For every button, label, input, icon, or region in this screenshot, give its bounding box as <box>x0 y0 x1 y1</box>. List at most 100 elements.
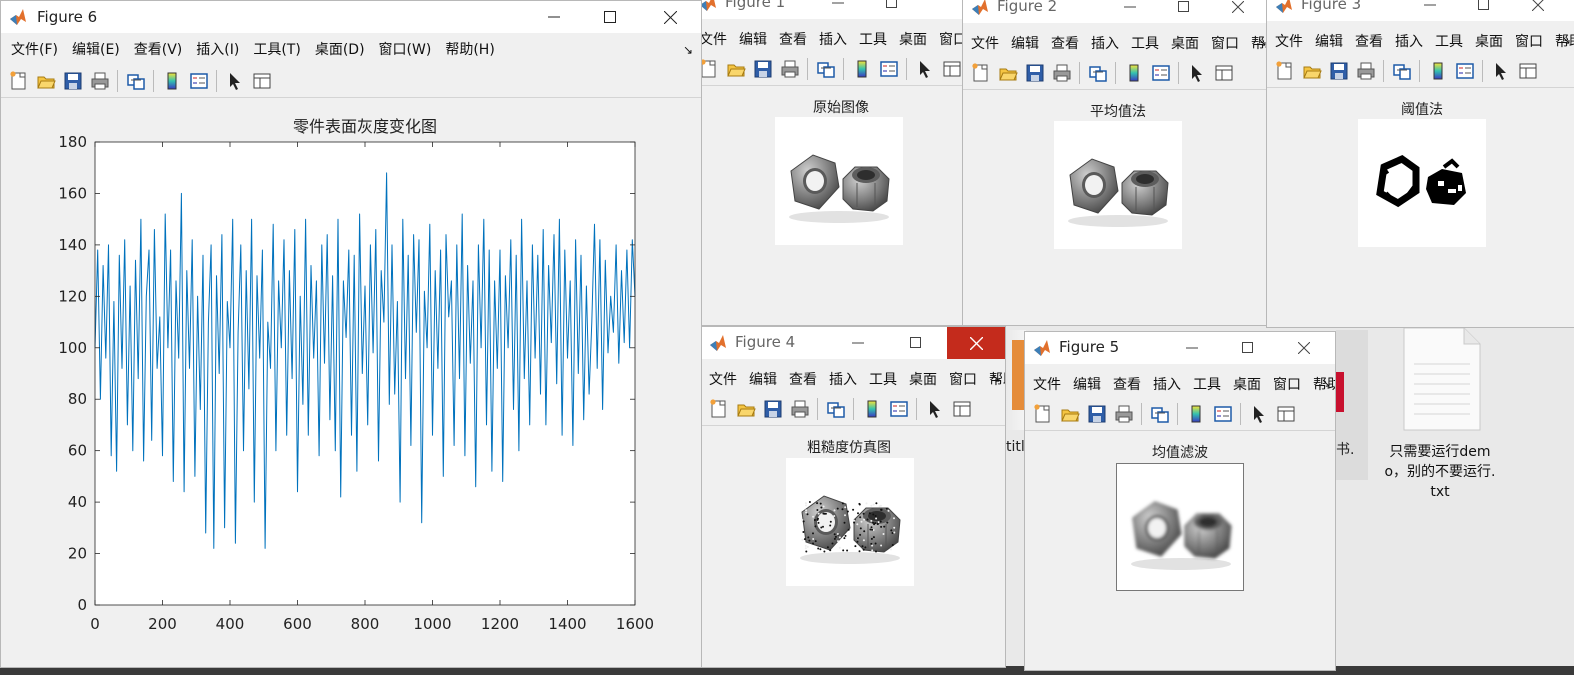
menu-tools[interactable]: 工具 <box>1187 370 1227 394</box>
menu-tools[interactable]: 工具 <box>853 25 893 49</box>
menu-help[interactable]: 帮助(H) <box>439 35 500 59</box>
print-icon[interactable] <box>780 59 800 79</box>
title-bar[interactable]: Figure 6 <box>1 1 701 33</box>
new-figure-icon[interactable] <box>1275 61 1295 81</box>
minimize-button[interactable] <box>815 0 861 19</box>
menu-edit[interactable]: 编辑 <box>1309 27 1349 51</box>
new-figure-icon[interactable] <box>699 59 719 79</box>
menu-window[interactable]: 窗口 <box>1205 29 1245 53</box>
property-inspector-icon[interactable] <box>1518 61 1538 81</box>
menu-view[interactable]: 查看 <box>1045 29 1085 53</box>
menu-insert[interactable]: 插入 <box>1147 370 1187 394</box>
figure-6-window[interactable]: Figure 6 文件(F) 编辑(E) 查看(V) 插入(I) 工具(T) 桌面(D) 窗… <box>0 0 702 668</box>
maximize-button[interactable] <box>1161 0 1207 23</box>
toolbar-overflow-icon[interactable]: ↘ <box>991 371 1001 385</box>
menu-desktop[interactable]: 桌面 <box>1165 29 1205 53</box>
menu-window[interactable]: 窗口 <box>1267 370 1307 394</box>
maximize-button[interactable] <box>869 0 915 19</box>
menu-view[interactable]: 查看 <box>1107 370 1147 394</box>
colorbar-icon[interactable] <box>162 71 182 91</box>
open-file-icon[interactable] <box>36 71 56 91</box>
menu-view[interactable]: 查看 <box>1349 27 1389 51</box>
property-inspector-icon[interactable] <box>1214 63 1234 83</box>
print-icon[interactable] <box>1356 61 1376 81</box>
minimize-button[interactable] <box>531 1 577 33</box>
colorbar-icon[interactable] <box>852 59 872 79</box>
colorbar-icon[interactable] <box>1428 61 1448 81</box>
colorbar-icon[interactable] <box>1124 63 1144 83</box>
menu-view[interactable]: 查看 <box>783 365 823 389</box>
menu-desktop[interactable]: 桌面 <box>893 25 933 49</box>
pointer-icon[interactable] <box>915 59 935 79</box>
print-icon[interactable] <box>90 71 110 91</box>
link-plot-icon[interactable] <box>126 71 146 91</box>
menu-desktop[interactable]: 桌面 <box>1469 27 1509 51</box>
link-plot-icon[interactable] <box>816 59 836 79</box>
menu-file[interactable]: 文件 <box>1025 370 1067 394</box>
figure-2-window[interactable]: Figure 2 文件编辑查看插入工具桌面窗口帮助 ↘ 平均值法 <box>962 0 1272 326</box>
figure-3-window[interactable]: Figure 3 文件编辑查看插入工具桌面窗口帮助 ↘ 阈值法 <box>1266 0 1574 328</box>
title-bar[interactable]: Figure 4 <box>701 327 1005 359</box>
pointer-icon[interactable] <box>925 399 945 419</box>
legend-icon[interactable] <box>889 399 909 419</box>
legend-icon[interactable] <box>1151 63 1171 83</box>
menu-window[interactable]: 窗口 <box>943 365 983 389</box>
menu-view[interactable]: 查看 <box>773 25 813 49</box>
menu-window[interactable]: 窗口(W) <box>373 35 440 59</box>
close-button[interactable] <box>1515 0 1561 21</box>
close-button[interactable] <box>1215 0 1261 23</box>
menu-insert[interactable]: 插入 <box>813 25 853 49</box>
colorbar-icon[interactable] <box>862 399 882 419</box>
pointer-icon[interactable] <box>225 71 245 91</box>
menu-insert[interactable]: 插入(I) <box>190 35 247 59</box>
menu-desktop[interactable]: 桌面(D) <box>309 35 373 59</box>
menu-file[interactable]: 文件 <box>1267 27 1309 51</box>
link-plot-icon[interactable] <box>826 399 846 419</box>
pointer-icon[interactable] <box>1187 63 1207 83</box>
property-inspector-icon[interactable] <box>952 399 972 419</box>
menu-desktop[interactable]: 桌面 <box>1227 370 1267 394</box>
menu-file[interactable]: 文件 <box>701 365 743 389</box>
open-file-icon[interactable] <box>1302 61 1322 81</box>
property-inspector-icon[interactable] <box>942 59 962 79</box>
minimize-button[interactable] <box>1407 0 1453 21</box>
menu-edit[interactable]: 编辑 <box>1005 29 1045 53</box>
open-file-icon[interactable] <box>998 63 1018 83</box>
open-file-icon[interactable] <box>726 59 746 79</box>
new-figure-icon[interactable] <box>971 63 991 83</box>
menu-insert[interactable]: 插入 <box>823 365 863 389</box>
menu-view[interactable]: 查看(V) <box>128 35 191 59</box>
open-file-icon[interactable] <box>736 399 756 419</box>
maximize-button[interactable] <box>1225 332 1271 364</box>
print-icon[interactable] <box>1052 63 1072 83</box>
open-file-icon[interactable] <box>1060 404 1080 424</box>
close-button[interactable] <box>1281 332 1327 364</box>
save-icon[interactable] <box>1025 63 1045 83</box>
maximize-button[interactable] <box>893 327 939 359</box>
menu-file[interactable]: 文件 <box>963 29 1005 53</box>
new-figure-icon[interactable] <box>9 71 29 91</box>
minimize-button[interactable] <box>1169 332 1215 364</box>
title-bar[interactable]: Figure 5 <box>1025 332 1335 364</box>
property-inspector-icon[interactable] <box>252 71 272 91</box>
link-plot-icon[interactable] <box>1150 404 1170 424</box>
menu-tools[interactable]: 工具 <box>863 365 903 389</box>
menu-edit[interactable]: 编辑(E) <box>66 35 128 59</box>
legend-icon[interactable] <box>1455 61 1475 81</box>
print-icon[interactable] <box>790 399 810 419</box>
print-icon[interactable] <box>1114 404 1134 424</box>
pointer-icon[interactable] <box>1249 404 1269 424</box>
save-icon[interactable] <box>763 399 783 419</box>
minimize-button[interactable] <box>835 327 881 359</box>
legend-icon[interactable] <box>1213 404 1233 424</box>
toolbar-overflow-icon[interactable]: ↘ <box>1561 33 1571 47</box>
title-bar[interactable]: Figure 3 <box>1267 0 1574 21</box>
menu-window[interactable]: 窗口 <box>1509 27 1549 51</box>
menu-tools[interactable]: 工具(T) <box>247 35 308 59</box>
property-inspector-icon[interactable] <box>1276 404 1296 424</box>
title-bar[interactable]: Figure 2 <box>963 0 1271 23</box>
legend-icon[interactable] <box>879 59 899 79</box>
new-figure-icon[interactable] <box>1033 404 1053 424</box>
save-icon[interactable] <box>1329 61 1349 81</box>
new-figure-icon[interactable] <box>709 399 729 419</box>
